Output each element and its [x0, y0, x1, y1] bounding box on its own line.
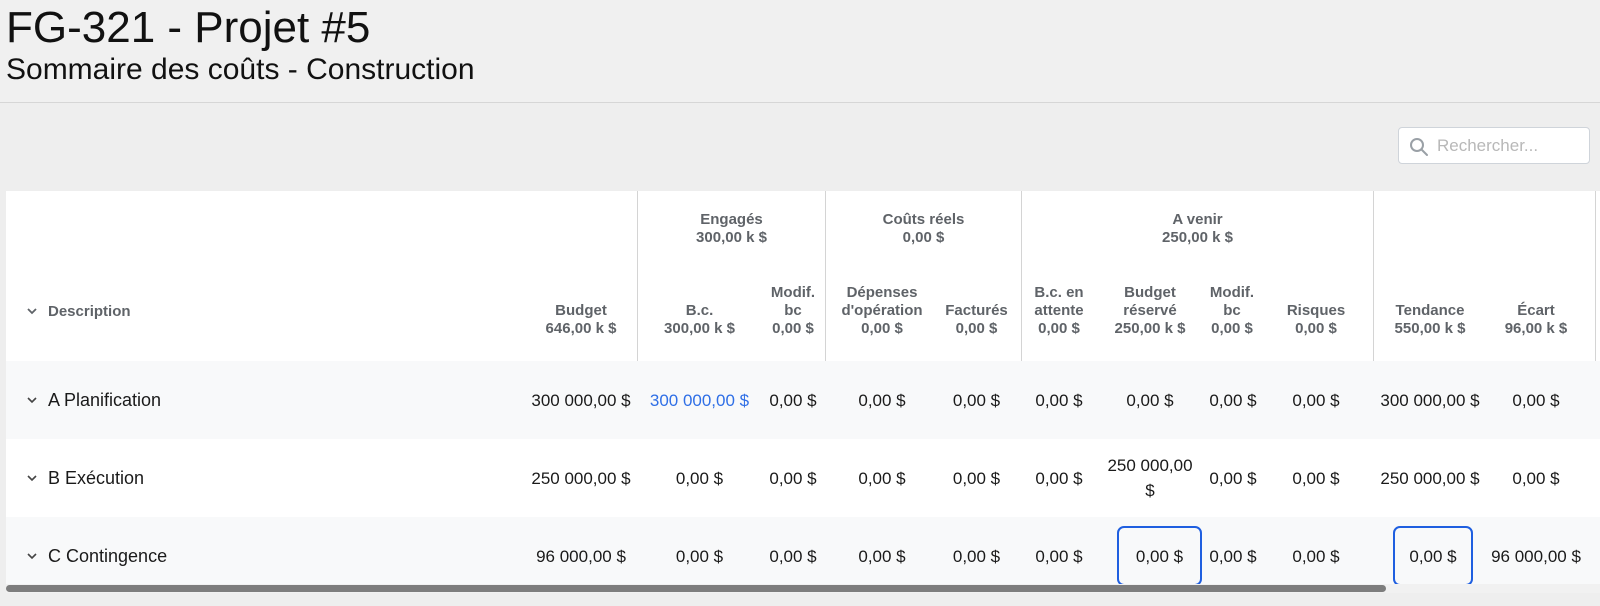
cell-modif-bc-2: 0,00 $	[1209, 390, 1257, 410]
column-label: Écart	[1517, 302, 1555, 319]
column-header-depenses-operation[interactable]: Dépenses d'opération 0,00 $	[832, 191, 932, 361]
cell-modif-bc-2: 0,00 $	[1209, 468, 1257, 488]
column-total: 0,00 $	[1295, 320, 1337, 337]
cell-ecart: 0,00 $	[1512, 390, 1560, 410]
cell-factures: 0,00 $	[952, 468, 1001, 488]
column-total: 250,00 k $	[1114, 320, 1186, 337]
cell-depenses: 0,00 $	[858, 390, 906, 410]
cell-risques: 0,00 $	[1292, 468, 1340, 488]
cell-modif-bc: 0,00 $	[769, 546, 817, 566]
cell-ecart: 0,00 $	[1512, 468, 1560, 488]
column-total: 300,00 k $	[664, 320, 735, 337]
cell-bc: 0,00 $	[675, 468, 724, 488]
column-label: Tendance	[1395, 302, 1465, 319]
cell-tendance[interactable]: 300 000,00 $	[1376, 361, 1484, 439]
horizontal-scrollbar[interactable]	[6, 584, 1600, 593]
row-label[interactable]: A Planification	[26, 361, 161, 439]
column-header-modif-bc-2[interactable]: Modif. bc 0,00 $	[1202, 191, 1262, 361]
cell-budget: 300 000,00 $	[531, 390, 631, 410]
column-header-tendance[interactable]: Tendance 550,00 k $	[1374, 191, 1486, 361]
cell-budget-reserve-editable[interactable]: 0,00 $	[1117, 517, 1202, 593]
cell-risques: 0,00 $	[1292, 390, 1340, 410]
row-label[interactable]: C Contingence	[26, 517, 167, 593]
column-total: 96,00 k $	[1504, 320, 1568, 337]
chevron-down-icon[interactable]	[26, 550, 38, 562]
column-total: 0,00 $	[861, 320, 903, 337]
cell-factures: 0,00 $	[952, 546, 1001, 566]
cost-summary-grid: Engagés 300,00 k $ Coûts réels 0,00 $ A …	[6, 191, 1600, 593]
column-header-modif-bc[interactable]: Modif. bc 0,00 $	[761, 191, 825, 361]
search-input[interactable]	[1437, 128, 1585, 163]
column-header-ecart[interactable]: Écart 96,00 k $	[1486, 191, 1586, 361]
column-label: Description	[48, 302, 131, 320]
column-header-bc-en-attente[interactable]: B.c. en attente 0,00 $	[1027, 191, 1091, 361]
cell-ecart: 96 000,00 $	[1491, 546, 1581, 566]
column-header-budget[interactable]: Budget 646,00 k $	[525, 191, 637, 361]
cell-bc: 0,00 $	[675, 546, 724, 566]
chevron-down-icon[interactable]	[26, 472, 38, 484]
cell-modif-bc: 0,00 $	[769, 468, 817, 488]
cell-depenses: 0,00 $	[858, 468, 906, 488]
column-label: B.c. en attente	[1034, 284, 1084, 319]
cell-bc-attente: 0,00 $	[1035, 546, 1083, 566]
row-description: A Planification	[48, 389, 162, 410]
cell-bc-attente: 0,00 $	[1035, 390, 1083, 410]
cell-budget: 96 000,00 $	[536, 546, 626, 566]
cell-budget: 250 000,00 $	[531, 468, 631, 488]
chevron-down-icon[interactable]	[26, 305, 38, 317]
row-description: B Exécution	[48, 467, 145, 488]
table-row[interactable]: A Planification 300 000,00 $ 300 000,00 …	[6, 361, 1600, 439]
scrollbar-thumb[interactable]	[6, 585, 1386, 592]
table-row[interactable]: B Exécution 250 000,00 $ 0,00 $ 0,00 $ 0…	[6, 439, 1600, 517]
cell-modif-bc: 0,00 $	[769, 390, 817, 410]
cell-bc-link[interactable]: 300 000,00 $	[642, 361, 757, 439]
column-header-factures[interactable]: Facturés 0,00 $	[932, 191, 1021, 361]
cell-tendance[interactable]: 250 000,00 $	[1376, 439, 1484, 517]
cell-depenses: 0,00 $	[858, 546, 906, 566]
column-label: Modif. bc	[1209, 284, 1255, 319]
cell-budget-reserve[interactable]: 0,00 $	[1104, 361, 1196, 439]
grid-header: Engagés 300,00 k $ Coûts réels 0,00 $ A …	[6, 191, 1600, 361]
column-total: 550,00 k $	[1394, 320, 1466, 337]
table-row[interactable]: C Contingence 96 000,00 $ 0,00 $ 0,00 $ …	[6, 517, 1600, 593]
page-subtitle: Sommaire des coûts - Construction	[6, 53, 475, 86]
page-header: FG-321 - Projet #5 Sommaire des coûts - …	[0, 0, 1600, 103]
column-label: Budget	[555, 302, 607, 319]
cell-factures: 0,00 $	[952, 390, 1001, 410]
column-total: 0,00 $	[1038, 320, 1080, 337]
cell-risques: 0,00 $	[1292, 546, 1340, 566]
column-total: 0,00 $	[772, 320, 814, 337]
search-box[interactable]	[1398, 127, 1590, 164]
editable-value-box[interactable]: 0,00 $	[1393, 526, 1473, 586]
header-divider	[1595, 191, 1596, 361]
column-header-description[interactable]: Description	[26, 301, 131, 321]
row-description: C Contingence	[48, 545, 168, 566]
cell-tendance-editable[interactable]: 0,00 $	[1393, 517, 1473, 593]
column-label: Risques	[1286, 302, 1346, 319]
column-label: B.c.	[685, 302, 714, 319]
column-label: Budget réservé	[1123, 284, 1177, 319]
column-label: Dépenses d'opération	[841, 284, 923, 319]
cell-budget-reserve[interactable]: 250 000,00 $	[1104, 439, 1196, 517]
column-header-risques[interactable]: Risques 0,00 $	[1268, 191, 1364, 361]
column-label: Facturés	[945, 302, 1008, 319]
column-total: 0,00 $	[1211, 320, 1253, 337]
column-header-bc[interactable]: B.c. 300,00 k $	[638, 191, 761, 361]
cell-modif-bc-2: 0,00 $	[1209, 546, 1257, 566]
column-total: 646,00 k $	[545, 320, 617, 337]
column-label: Modif. bc	[770, 284, 816, 319]
column-total: 0,00 $	[955, 320, 998, 337]
editable-value-box[interactable]: 0,00 $	[1117, 526, 1202, 586]
column-header-budget-reserve[interactable]: Budget réservé 250,00 k $	[1104, 191, 1196, 361]
chevron-down-icon[interactable]	[26, 394, 38, 406]
cell-bc-attente: 0,00 $	[1035, 468, 1083, 488]
page-title: FG-321 - Projet #5	[6, 3, 371, 52]
row-label[interactable]: B Exécution	[26, 439, 144, 517]
search-icon	[1410, 138, 1428, 156]
